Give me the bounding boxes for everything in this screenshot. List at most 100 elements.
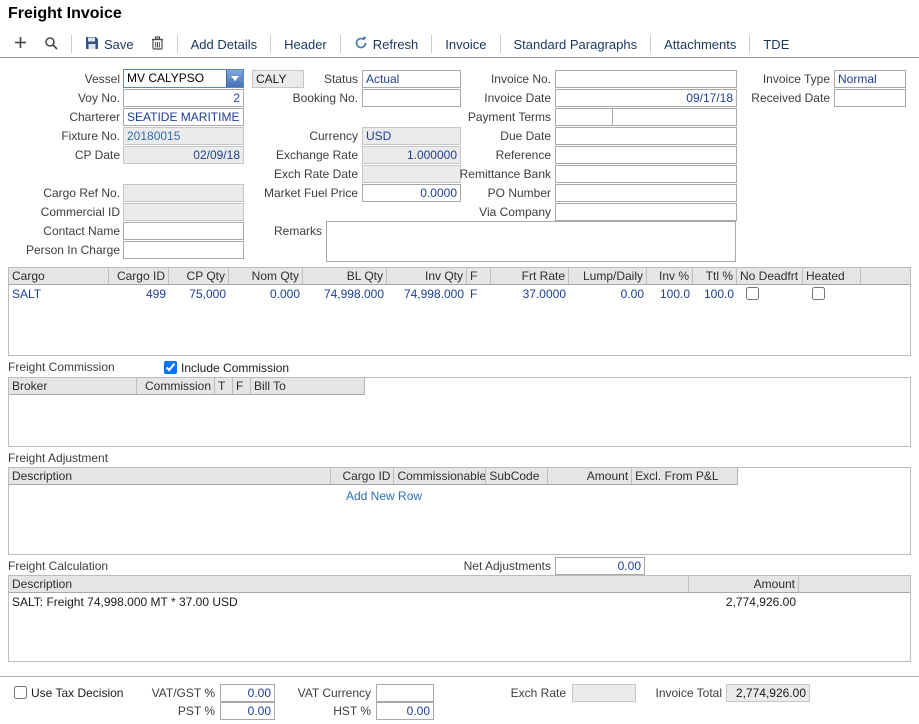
- column-header-amount: Amount: [548, 468, 632, 484]
- voy-no-field[interactable]: 2: [123, 89, 244, 107]
- no-deadfrt-checkbox[interactable]: [746, 287, 759, 300]
- vat-currency-field[interactable]: [376, 684, 434, 702]
- net-adjustments-field[interactable]: 0.00: [555, 557, 645, 575]
- toolbar-separator: [431, 35, 432, 53]
- due-date-field[interactable]: [555, 127, 737, 145]
- add-new-row-link[interactable]: Add New Row: [346, 489, 910, 503]
- column-header-cp-qty: CP Qty: [169, 268, 229, 284]
- commercial-id-label: Commercial ID: [8, 203, 120, 221]
- via-company-label: Via Company: [438, 203, 551, 221]
- nom-qty-cell: 0.000: [229, 285, 303, 303]
- refresh-button[interactable]: Refresh: [350, 34, 423, 55]
- fixture-no-link[interactable]: 20180015: [123, 127, 244, 145]
- freight-calculation-row[interactable]: SALT: Freight 74,998.000 MT * 37.00 USD …: [9, 593, 910, 611]
- vessel-value: MV CALYPSO: [124, 70, 226, 87]
- standard-paragraphs-button[interactable]: Standard Paragraphs: [510, 35, 642, 54]
- cargo-ref-no-label: Cargo Ref No.: [8, 184, 120, 202]
- column-header-bl-qty: BL Qty: [303, 268, 387, 284]
- invoice-date-label: Invoice Date: [438, 89, 551, 107]
- refresh-icon: [354, 36, 368, 53]
- ttl-pct-cell: 100.0: [693, 285, 737, 303]
- column-header-description: Description: [9, 576, 689, 592]
- heated-cell: [803, 285, 861, 303]
- attachments-button[interactable]: Attachments: [660, 35, 740, 54]
- person-in-charge-label: Person In Charge: [8, 241, 120, 259]
- exch-rate-label: Exch Rate: [480, 684, 566, 702]
- delete-button[interactable]: [147, 34, 168, 55]
- column-header-ttl-pct: Ttl %: [693, 268, 737, 284]
- footer-divider: [0, 676, 919, 677]
- vat-gst-label: VAT/GST %: [130, 684, 215, 702]
- column-header-amount: Amount: [689, 576, 799, 592]
- save-button[interactable]: Save: [81, 34, 138, 55]
- contact-name-field[interactable]: [123, 222, 244, 240]
- bl-qty-cell: 74,998.000: [303, 285, 387, 303]
- include-commission-checkbox[interactable]: [164, 361, 177, 374]
- received-date-field[interactable]: [834, 89, 906, 107]
- invoice-button[interactable]: Invoice: [441, 35, 490, 54]
- charterer-field[interactable]: SEATIDE MARITIME: [123, 108, 244, 126]
- cargo-table: Cargo Cargo ID CP Qty Nom Qty BL Qty Inv…: [8, 267, 911, 356]
- person-in-charge-field[interactable]: [123, 241, 244, 259]
- freight-calculation-header: Description Amount: [9, 576, 910, 593]
- chevron-down-icon[interactable]: [226, 70, 243, 87]
- freight-invoice-window: Freight Invoice Save Add Details Header …: [0, 0, 919, 724]
- calculation-description-cell: SALT: Freight 74,998.000 MT * 37.00 USD: [9, 593, 689, 611]
- column-header-cargo-id: Cargo ID: [331, 468, 395, 484]
- fixture-no-label: Fixture No.: [8, 127, 120, 145]
- toolbar-separator: [270, 35, 271, 53]
- vat-currency-label: VAT Currency: [280, 684, 371, 702]
- cargo-ref-no-field: [123, 184, 244, 202]
- po-number-field[interactable]: [555, 184, 737, 202]
- invoice-type-field[interactable]: Normal: [834, 70, 906, 88]
- invoice-no-label: Invoice No.: [438, 70, 551, 88]
- reference-field[interactable]: [555, 146, 737, 164]
- invoice-total-label: Invoice Total: [630, 684, 722, 702]
- vessel-label: Vessel: [8, 70, 120, 88]
- save-button-label: Save: [104, 37, 134, 52]
- header-button[interactable]: Header: [280, 35, 331, 54]
- hst-field[interactable]: 0.00: [376, 702, 434, 720]
- freight-calculation-label: Freight Calculation: [8, 559, 108, 573]
- freight-adjustment-header: Description Cargo ID Commissionable SubC…: [9, 468, 738, 485]
- cargo-id-cell: 499: [109, 285, 169, 303]
- cargo-table-row[interactable]: SALT 499 75,000 0.000 74,998.000 74,998.…: [9, 285, 910, 303]
- lump-daily-cell: 0.00: [569, 285, 647, 303]
- received-date-label: Received Date: [736, 89, 830, 107]
- currency-label: Currency: [246, 127, 358, 145]
- payment-terms-description-field[interactable]: [612, 108, 737, 126]
- exchange-rate-label: Exchange Rate: [246, 146, 358, 164]
- refresh-button-label: Refresh: [373, 37, 419, 52]
- column-header-cargo: Cargo: [9, 268, 109, 284]
- vat-gst-field[interactable]: 0.00: [220, 684, 275, 702]
- add-details-button[interactable]: Add Details: [187, 35, 261, 54]
- column-header-broker: Broker: [9, 378, 137, 394]
- trash-icon: [151, 36, 164, 53]
- vessel-select[interactable]: MV CALYPSO: [123, 69, 244, 88]
- search-button[interactable]: [40, 34, 62, 55]
- toolbar-separator: [340, 35, 341, 53]
- column-header-lump-daily: Lump/Daily: [569, 268, 647, 284]
- pst-field[interactable]: 0.00: [220, 702, 275, 720]
- freight-calculation-table: Description Amount SALT: Freight 74,998.…: [8, 575, 911, 662]
- add-button[interactable]: [10, 34, 31, 54]
- invoice-type-label: Invoice Type: [736, 70, 830, 88]
- use-tax-decision-checkbox[interactable]: [14, 686, 27, 699]
- freight-commission-label: Freight Commission: [8, 360, 115, 374]
- payment-terms-label: Payment Terms: [438, 108, 551, 126]
- payment-terms-code-field[interactable]: [555, 108, 613, 126]
- remarks-textarea[interactable]: [326, 221, 736, 262]
- invoice-date-field[interactable]: 09/17/18: [555, 89, 737, 107]
- column-header-no-deadfrt: No Deadfrt: [737, 268, 803, 284]
- via-company-field[interactable]: [555, 203, 737, 221]
- tde-button[interactable]: TDE: [759, 35, 793, 54]
- invoice-no-field[interactable]: [555, 70, 737, 88]
- heated-checkbox[interactable]: [812, 287, 825, 300]
- column-header-nom-qty: Nom Qty: [229, 268, 303, 284]
- floppy-icon: [85, 36, 99, 53]
- due-date-label: Due Date: [438, 127, 551, 145]
- exch-rate-field: [572, 684, 636, 702]
- calculation-amount-cell: 2,774,926.00: [689, 593, 799, 611]
- remittance-bank-field[interactable]: [555, 165, 737, 183]
- cp-date-field: 02/09/18: [123, 146, 244, 164]
